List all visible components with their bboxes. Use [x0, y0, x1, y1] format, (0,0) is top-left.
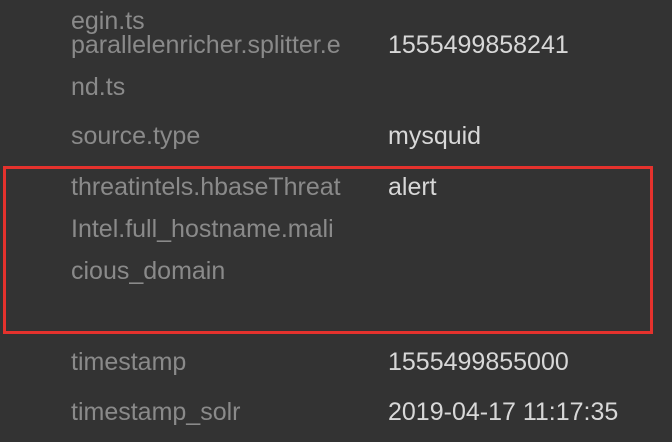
- field-key: timestamp: [71, 348, 187, 376]
- field-key: source.type: [71, 122, 201, 150]
- field-value: 1555499858241: [388, 31, 569, 59]
- field-value: 1555499855000: [388, 348, 569, 376]
- field-value: 2019-04-17 11:17:35: [388, 398, 619, 426]
- field-details-panel: parallelenricher.splitter.begin.ts paral…: [0, 0, 672, 442]
- field-key: parallelenricher.splitter.end.ts: [71, 31, 341, 101]
- field-value: alert: [388, 173, 437, 201]
- field-key: threatintels.hbaseThreatIntel.full_hostn…: [71, 173, 341, 285]
- field-value: mysquid: [388, 122, 482, 150]
- field-key: timestamp_solr: [71, 398, 241, 426]
